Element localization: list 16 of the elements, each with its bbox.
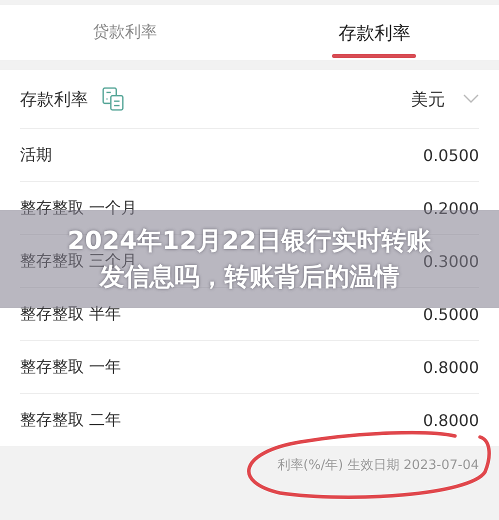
term-label: 整存整取 半年 [20, 304, 122, 324]
footnote-text: 利率(%/年) 生效日期 2023-07-04 [277, 457, 479, 474]
chevron-icon [463, 94, 479, 104]
section-title: 存款利率 [20, 88, 88, 110]
rate-value: 0.3000 [423, 252, 479, 270]
currency-dropdown[interactable]: 美元 [411, 88, 479, 110]
term-label: 整存整取 二年 [20, 410, 122, 430]
rate-value: 0.8000 [423, 410, 479, 430]
rate-value: 0.8000 [423, 358, 479, 376]
term-label: 整存整取 一年 [20, 356, 122, 378]
rate-value: 0.5000 [423, 304, 479, 324]
term-label: 整存整取 一个月 [20, 198, 138, 218]
rate-value: 0.0500 [423, 146, 479, 164]
term-label: 活期 [20, 144, 52, 166]
rate-value: 0.2000 [423, 198, 479, 218]
calculator-icon[interactable] [102, 87, 124, 111]
